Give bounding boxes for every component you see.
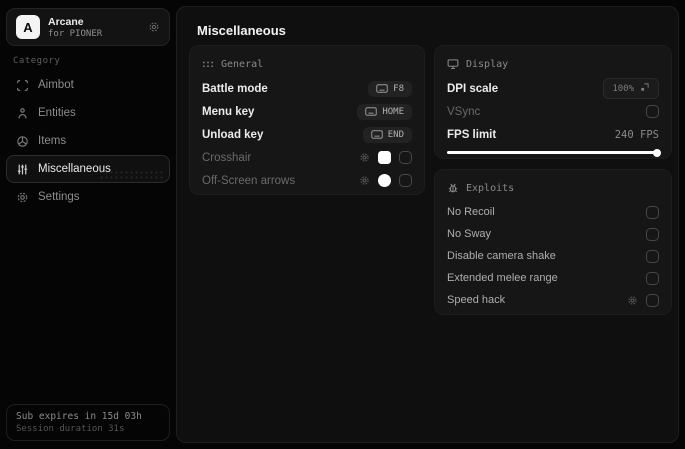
keybind-chip[interactable]: HOME <box>357 103 412 120</box>
setting-label: Disable camera shake <box>447 250 556 262</box>
keybind-chip[interactable]: F8 <box>368 80 412 97</box>
setting-row-speed-hack: Speed hack <box>447 289 659 311</box>
gear-icon[interactable] <box>359 175 370 186</box>
gear-icon[interactable] <box>627 295 638 306</box>
subscription-card: Sub expires in 15d 03h Session duration … <box>6 404 170 441</box>
setting-label: Battle mode <box>202 82 268 95</box>
setting-label: Off-Screen arrows <box>202 174 296 187</box>
keyboard-icon <box>376 84 388 93</box>
setting-row-unload-key: Unload key END <box>202 123 412 146</box>
general-card: General Battle mode F8 Menu key HOME Unl… <box>189 45 425 195</box>
setting-label: No Recoil <box>447 206 495 218</box>
exploits-card-title: Exploits <box>466 182 515 194</box>
fps-slider-knob[interactable] <box>653 148 661 157</box>
offscreen-arrows-checkbox[interactable] <box>399 174 412 187</box>
fps-slider-fill <box>447 151 659 154</box>
general-card-title: General <box>221 58 264 70</box>
display-card-title: Display <box>466 58 509 70</box>
fps-limit-slider[interactable] <box>447 148 661 157</box>
setting-row-extended-melee-range: Extended melee range <box>447 267 659 289</box>
row-controls <box>627 293 659 307</box>
general-card-header: General <box>202 55 412 73</box>
exploits-card: Exploits No Recoil No Sway Disable camer… <box>434 169 672 315</box>
sidebar-item-items[interactable]: Items <box>6 127 170 155</box>
sidebar-item-label: Settings <box>38 191 80 203</box>
dpi-scale-select[interactable]: 100% <box>603 78 659 99</box>
page-title: Miscellaneous <box>197 23 286 38</box>
dpi-scale-value: 100% <box>612 83 634 94</box>
setting-row-dpi-scale: DPI scale 100% <box>447 77 659 100</box>
sidebar-item-label: Items <box>38 135 67 147</box>
exploits-card-header: Exploits <box>447 179 659 197</box>
sub-expires-text: Sub expires in 15d 03h <box>16 411 142 422</box>
display-card: Display DPI scale 100% VSync FPS limit 2… <box>434 45 672 159</box>
setting-label: Crosshair <box>202 151 252 164</box>
setting-label: Speed hack <box>447 294 506 306</box>
sidebar-item-settings[interactable]: Settings <box>6 183 170 211</box>
sidebar-item-label: Miscellaneous <box>38 163 111 175</box>
monitor-icon <box>447 58 459 70</box>
display-card-header: Display <box>447 55 659 73</box>
speed-hack-checkbox[interactable] <box>646 293 659 307</box>
setting-label: No Sway <box>447 228 492 240</box>
setting-row-no-recoil: No Recoil <box>447 201 659 223</box>
keybind-chip[interactable]: END <box>362 126 412 143</box>
entities-icon <box>16 107 29 120</box>
setting-label: FPS limit <box>447 128 497 141</box>
app-header-card: A Arcane for PIONER <box>6 8 170 46</box>
setting-label: Unload key <box>202 128 264 141</box>
sidebar-item-label: Aimbot <box>38 79 74 91</box>
setting-row-battle-mode: Battle mode F8 <box>202 77 412 100</box>
package-icon <box>16 135 29 148</box>
keybind-value: HOME <box>382 106 404 117</box>
sidebar-item-label: Entities <box>38 107 76 119</box>
gear-icon[interactable] <box>359 152 370 163</box>
scale-icon <box>640 82 650 95</box>
setting-label: Menu key <box>202 105 255 118</box>
app-title: Arcane <box>48 15 84 28</box>
setting-row-menu-key: Menu key HOME <box>202 100 412 123</box>
keyboard-icon <box>370 130 383 139</box>
setting-row-fps-limit: FPS limit 240 FPS <box>447 123 659 146</box>
app-subtitle: for PIONER <box>48 28 103 39</box>
sidebar-item-miscellaneous[interactable]: Miscellaneous <box>6 155 170 183</box>
row-controls <box>359 174 412 187</box>
crosshair-checkbox[interactable] <box>399 151 412 164</box>
bug-icon <box>447 182 459 194</box>
gear-icon <box>16 191 29 204</box>
keyboard-icon <box>365 107 378 116</box>
setting-label: Extended melee range <box>447 272 558 284</box>
vsync-checkbox[interactable] <box>646 105 659 118</box>
keybind-value: F8 <box>393 83 404 94</box>
setting-row-no-sway: No Sway <box>447 223 659 245</box>
sidebar-nav: Aimbot Entities Items Miscellaneous Sett… <box>6 71 170 211</box>
extended-melee-range-checkbox[interactable] <box>646 271 659 285</box>
sidebar-item-entities[interactable]: Entities <box>6 99 170 127</box>
color-swatch[interactable] <box>378 151 391 164</box>
sliders-icon <box>16 163 29 176</box>
sidebar-item-aimbot[interactable]: Aimbot <box>6 71 170 99</box>
app-meta: Arcane for PIONER <box>48 16 102 39</box>
main-panel: Miscellaneous General Battle mode F8 Men… <box>176 6 679 443</box>
setting-label: DPI scale <box>447 82 499 95</box>
app-logo: A <box>16 15 40 39</box>
setting-label: VSync <box>447 105 481 118</box>
row-controls <box>359 151 412 164</box>
sidebar: A Arcane for PIONER Category Aimbot Enti… <box>0 0 176 449</box>
keybind-value: END <box>387 129 404 140</box>
scan-icon <box>16 79 29 92</box>
no-sway-checkbox[interactable] <box>646 227 659 241</box>
setting-row-crosshair: Crosshair <box>202 146 412 169</box>
setting-row-offscreen-arrows: Off-Screen arrows <box>202 169 412 192</box>
grid-dots-icon <box>202 58 214 70</box>
disable-camera-shake-checkbox[interactable] <box>646 249 659 263</box>
gear-icon[interactable] <box>148 21 160 33</box>
category-label: Category <box>13 56 61 66</box>
color-swatch[interactable] <box>378 174 391 187</box>
setting-row-disable-camera-shake: Disable camera shake <box>447 245 659 267</box>
session-duration-text: Session duration 31s <box>16 424 125 434</box>
no-recoil-checkbox[interactable] <box>646 205 659 219</box>
fps-limit-value: 240 FPS <box>614 128 659 141</box>
setting-row-vsync: VSync <box>447 100 659 123</box>
